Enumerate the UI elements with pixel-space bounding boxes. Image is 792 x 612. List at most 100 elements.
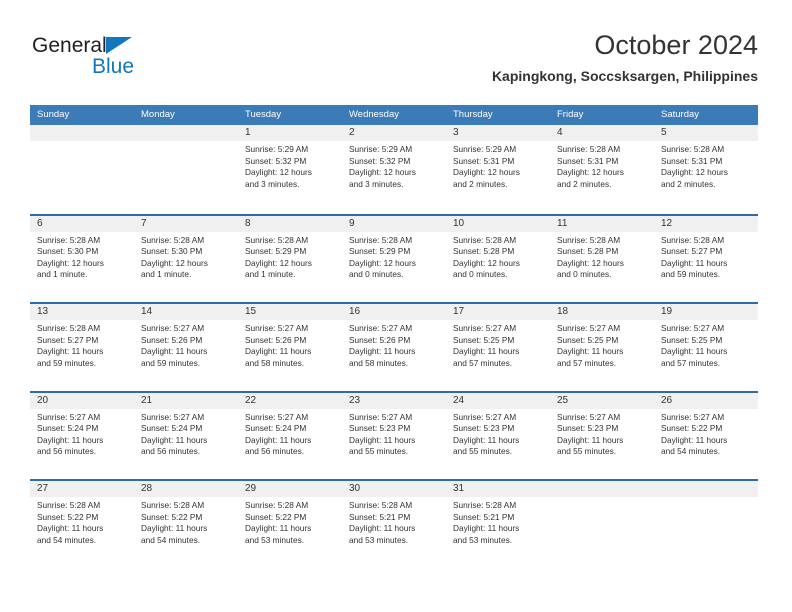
calendar-day-cell[interactable]: 30 Sunrise: 5:28 AM Sunset: 5:21 PM Dayligh… xyxy=(342,481,446,568)
day-daylight-text: Daylight: 11 hours xyxy=(453,434,520,445)
day-daylight-cont-text: and 57 minutes. xyxy=(557,357,617,368)
calendar-day-cell[interactable]: 22 Sunrise: 5:27 AM Sunset: 5:24 PM Dayligh… xyxy=(238,392,342,479)
day-sunset-text: Sunset: 5:31 PM xyxy=(661,155,723,166)
day-number: 3 xyxy=(446,125,550,141)
calendar-day-cell[interactable]: 7 Sunrise: 5:28 AM Sunset: 5:30 PM Daylight… xyxy=(134,215,238,302)
day-daylight-cont-text: and 55 minutes. xyxy=(349,446,409,457)
day-daylight-cont-text: and 1 minute. xyxy=(141,269,192,280)
day-daylight-cont-text: and 55 minutes. xyxy=(557,446,617,457)
calendar-day-cell[interactable]: 14 Sunrise: 5:27 AM Sunset: 5:26 PM Dayligh… xyxy=(134,304,238,391)
calendar-day-cell[interactable]: 29 Sunrise: 5:28 AM Sunset: 5:22 PM Dayligh… xyxy=(238,481,342,568)
day-daylight-text: Daylight: 11 hours xyxy=(141,523,208,534)
day-sunrise-text: Sunrise: 5:28 AM xyxy=(245,234,309,245)
calendar-day-cell[interactable]: 20 Sunrise: 5:27 AM Sunset: 5:24 PM Dayligh… xyxy=(30,392,134,479)
day-sunset-text: Sunset: 5:31 PM xyxy=(557,155,619,166)
day-details: Sunrise: 5:27 AM Sunset: 5:24 PM Daylight:… xyxy=(238,409,342,458)
day-sunrise-text: Sunrise: 5:27 AM xyxy=(349,323,413,333)
weekday-header-row: Sunday Monday Tuesday Wednesday Thursday Frid… xyxy=(30,105,758,125)
calendar-day-cell[interactable]: 18 Sunrise: 5:27 AM Sunset: 5:25 PM Dayligh… xyxy=(550,304,654,391)
day-daylight-cont-text: and 1 minute. xyxy=(37,269,88,280)
day-details: Sunrise: 5:27 AM Sunset: 5:24 PM Daylight:… xyxy=(134,409,238,458)
calendar-day-cell[interactable]: 23 Sunrise: 5:27 AM Sunset: 5:23 PM Dayligh… xyxy=(342,392,446,479)
day-number xyxy=(134,125,238,141)
day-number: 14 xyxy=(134,304,238,320)
day-sunrise-text: Sunrise: 5:27 AM xyxy=(453,411,517,422)
day-sunset-text: Sunset: 5:24 PM xyxy=(141,423,203,434)
calendar-day-cell[interactable]: 1 Sunrise: 5:29 AM Sunset: 5:32 PM Daylight… xyxy=(238,125,342,212)
day-daylight-cont-text: and 0 minutes. xyxy=(453,269,508,280)
calendar-day-cell[interactable]: 6 Sunrise: 5:28 AM Sunset: 5:30 PM Daylight… xyxy=(30,215,134,302)
calendar-day-cell[interactable]: 9 Sunrise: 5:28 AM Sunset: 5:29 PM Daylight… xyxy=(342,215,446,302)
day-number: 18 xyxy=(550,304,654,320)
calendar-day-cell[interactable]: 5 Sunrise: 5:28 AM Sunset: 5:31 PM Daylight… xyxy=(654,125,758,212)
calendar-day-cell[interactable]: 26 Sunrise: 5:27 AM Sunset: 5:22 PM Dayligh… xyxy=(654,392,758,479)
calendar-day-cell[interactable]: 31 Sunrise: 5:28 AM Sunset: 5:21 PM Dayligh… xyxy=(446,481,550,568)
day-details: Sunrise: 5:27 AM Sunset: 5:25 PM Daylight:… xyxy=(446,320,550,369)
calendar-day-cell[interactable]: 12 Sunrise: 5:28 AM Sunset: 5:27 PM Dayligh… xyxy=(654,215,758,302)
calendar-week-row: 27 Sunrise: 5:28 AM Sunset: 5:22 PM Dayligh… xyxy=(30,479,758,568)
day-details: Sunrise: 5:28 AM Sunset: 5:22 PM Daylight:… xyxy=(238,497,342,546)
day-details: Sunrise: 5:27 AM Sunset: 5:23 PM Daylight:… xyxy=(550,409,654,458)
generalblue-logo[interactable]: General Blue xyxy=(32,34,212,90)
day-details: Sunrise: 5:28 AM Sunset: 5:30 PM Daylight:… xyxy=(134,232,238,281)
calendar-day-cell[interactable]: 15 Sunrise: 5:27 AM Sunset: 5:26 PM Dayligh… xyxy=(238,304,342,391)
calendar-day-cell[interactable]: 13 Sunrise: 5:28 AM Sunset: 5:27 PM Dayligh… xyxy=(30,304,134,391)
day-number xyxy=(550,481,654,497)
day-daylight-text: Daylight: 11 hours xyxy=(557,434,624,445)
day-sunrise-text: Sunrise: 5:28 AM xyxy=(557,144,621,154)
calendar-day-cell[interactable]: 28 Sunrise: 5:28 AM Sunset: 5:22 PM Dayligh… xyxy=(134,481,238,568)
calendar-day-cell[interactable]: 4 Sunrise: 5:28 AM Sunset: 5:31 PM Daylight… xyxy=(550,125,654,212)
day-number: 13 xyxy=(30,304,134,320)
day-daylight-cont-text: and 3 minutes. xyxy=(349,178,404,189)
day-number: 6 xyxy=(30,215,134,232)
day-daylight-cont-text: and 57 minutes. xyxy=(453,357,513,368)
day-details: Sunrise: 5:28 AM Sunset: 5:29 PM Daylight:… xyxy=(342,232,446,281)
day-daylight-text: Daylight: 11 hours xyxy=(141,434,208,445)
calendar-week-row: 1 Sunrise: 5:29 AM Sunset: 5:32 PM Daylight… xyxy=(30,125,758,214)
day-daylight-cont-text: and 56 minutes. xyxy=(141,446,201,457)
day-daylight-cont-text: and 53 minutes. xyxy=(245,534,305,545)
calendar-day-cell[interactable]: 11 Sunrise: 5:28 AM Sunset: 5:28 PM Dayligh… xyxy=(550,215,654,302)
day-details: Sunrise: 5:28 AM Sunset: 5:31 PM Daylight:… xyxy=(550,141,654,190)
calendar-day-cell[interactable]: 21 Sunrise: 5:27 AM Sunset: 5:24 PM Dayligh… xyxy=(134,392,238,479)
day-number: 2 xyxy=(342,125,446,141)
day-sunset-text: Sunset: 5:25 PM xyxy=(453,334,515,345)
day-daylight-cont-text: and 54 minutes. xyxy=(37,534,97,545)
day-daylight-text: Daylight: 11 hours xyxy=(453,523,520,534)
day-daylight-text: Daylight: 11 hours xyxy=(557,346,624,357)
day-daylight-text: Daylight: 11 hours xyxy=(349,434,416,445)
calendar-cell-empty xyxy=(550,481,654,568)
day-details xyxy=(134,141,238,144)
weekday-header-thursday: Thursday xyxy=(453,109,493,120)
day-sunrise-text: Sunrise: 5:28 AM xyxy=(349,500,413,510)
calendar-day-cell[interactable]: 25 Sunrise: 5:27 AM Sunset: 5:23 PM Dayligh… xyxy=(550,392,654,479)
day-number: 17 xyxy=(446,304,550,320)
day-number: 7 xyxy=(134,215,238,232)
calendar-day-cell[interactable]: 19 Sunrise: 5:27 AM Sunset: 5:25 PM Dayligh… xyxy=(654,304,758,391)
day-number: 16 xyxy=(342,304,446,320)
calendar-day-cell[interactable]: 3 Sunrise: 5:29 AM Sunset: 5:31 PM Daylight… xyxy=(446,125,550,212)
day-daylight-text: Daylight: 12 hours xyxy=(245,257,312,268)
day-details: Sunrise: 5:27 AM Sunset: 5:23 PM Daylight:… xyxy=(446,409,550,458)
day-sunrise-text: Sunrise: 5:27 AM xyxy=(557,323,621,333)
calendar-cell-empty xyxy=(654,481,758,568)
day-daylight-cont-text: and 53 minutes. xyxy=(349,534,409,545)
calendar-day-cell[interactable]: 17 Sunrise: 5:27 AM Sunset: 5:25 PM Dayligh… xyxy=(446,304,550,391)
day-daylight-text: Daylight: 12 hours xyxy=(557,167,624,178)
calendar-day-cell[interactable]: 10 Sunrise: 5:28 AM Sunset: 5:28 PM Dayligh… xyxy=(446,215,550,302)
day-daylight-text: Daylight: 11 hours xyxy=(37,523,104,534)
day-daylight-cont-text: and 1 minute. xyxy=(245,269,296,280)
day-daylight-text: Daylight: 11 hours xyxy=(661,257,728,268)
calendar-cell-empty xyxy=(30,125,134,212)
day-number: 8 xyxy=(238,215,342,232)
day-sunset-text: Sunset: 5:23 PM xyxy=(349,423,411,434)
day-daylight-text: Daylight: 11 hours xyxy=(141,346,208,357)
calendar-weeks: 1 Sunrise: 5:29 AM Sunset: 5:32 PM Daylight… xyxy=(30,125,758,568)
calendar-day-cell[interactable]: 16 Sunrise: 5:27 AM Sunset: 5:26 PM Dayligh… xyxy=(342,304,446,391)
calendar-day-cell[interactable]: 2 Sunrise: 5:29 AM Sunset: 5:32 PM Daylight… xyxy=(342,125,446,212)
calendar-day-cell[interactable]: 24 Sunrise: 5:27 AM Sunset: 5:23 PM Dayligh… xyxy=(446,392,550,479)
day-sunrise-text: Sunrise: 5:27 AM xyxy=(557,411,621,422)
calendar-day-cell[interactable]: 8 Sunrise: 5:28 AM Sunset: 5:29 PM Daylight… xyxy=(238,215,342,302)
day-daylight-cont-text: and 3 minutes. xyxy=(245,178,300,189)
calendar-day-cell[interactable]: 27 Sunrise: 5:28 AM Sunset: 5:22 PM Dayligh… xyxy=(30,481,134,568)
